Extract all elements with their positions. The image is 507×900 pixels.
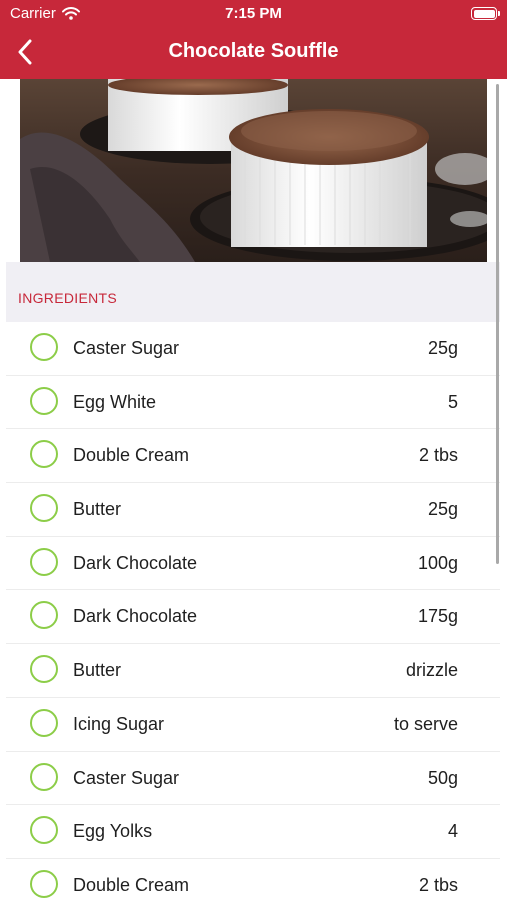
ingredient-quantity: 100g xyxy=(417,552,458,573)
list-item[interactable]: Butter drizzle xyxy=(6,644,500,698)
ingredient-name: Dark Chocolate xyxy=(73,552,198,573)
souffle-photo xyxy=(20,79,487,262)
recipe-screen: Carrier 7:15 PM Chocolate Souffle INGRED… xyxy=(0,0,507,900)
ingredient-name: Double Cream xyxy=(73,445,190,466)
ingredient-name: Egg White xyxy=(73,391,157,412)
status-time: 7:15 PM xyxy=(225,5,282,22)
check-circle-icon[interactable] xyxy=(30,601,58,630)
ingredient-quantity: 25g xyxy=(427,338,458,358)
check-circle-icon[interactable] xyxy=(30,386,58,415)
check-circle-icon[interactable] xyxy=(30,708,58,737)
recipe-hero-image xyxy=(20,79,487,262)
ingredient-name: Caster Sugar xyxy=(73,767,180,788)
check-circle-icon[interactable] xyxy=(30,869,58,898)
list-item[interactable]: Caster Sugar 25g xyxy=(6,322,500,376)
list-item[interactable]: Caster Sugar 50g xyxy=(6,752,500,806)
list-item[interactable]: Dark Chocolate 175g xyxy=(6,590,500,645)
check-circle-icon[interactable] xyxy=(30,762,58,791)
list-item[interactable]: Double Cream 2 tbs xyxy=(6,429,500,484)
page-title: Chocolate Souffle xyxy=(168,40,339,62)
check-circle-icon[interactable] xyxy=(30,547,58,576)
scrollbar[interactable] xyxy=(496,84,499,564)
ingredient-name: Butter xyxy=(73,499,122,520)
list-item[interactable]: Dark Chocolate 100g xyxy=(6,537,500,591)
check-circle-icon[interactable] xyxy=(30,655,58,684)
ingredients-header: INGREDIENTS xyxy=(6,262,500,322)
ingredient-quantity: 2 tbs xyxy=(418,445,458,466)
ingredient-quantity: 175g xyxy=(417,606,458,627)
ingredient-name: Egg Yolks xyxy=(73,821,153,842)
ingredient-quantity: to serve xyxy=(393,713,458,734)
ingredient-name: Double Cream xyxy=(73,874,190,895)
check-circle-icon[interactable] xyxy=(30,333,58,361)
ingredient-quantity: 50g xyxy=(427,767,458,788)
list-item[interactable]: Butter 25g xyxy=(6,483,500,537)
check-circle-icon[interactable] xyxy=(30,440,58,469)
ingredient-name: Caster Sugar xyxy=(73,338,180,358)
ingredient-quantity: 5 xyxy=(447,391,458,412)
ingredient-quantity: 4 xyxy=(447,821,458,842)
ingredient-name: Butter xyxy=(73,660,122,681)
navigation-bar: Carrier 7:15 PM Chocolate Souffle xyxy=(0,0,507,79)
list-item[interactable]: Double Cream 2 tbs xyxy=(6,859,500,900)
ingredient-quantity: drizzle xyxy=(405,660,458,681)
ingredient-name: Dark Chocolate xyxy=(73,606,198,627)
ingredients-list: Caster Sugar 25g Egg White 5 Double Crea… xyxy=(6,322,500,900)
ingredient-quantity: 2 tbs xyxy=(418,874,458,895)
list-item[interactable]: Egg White 5 xyxy=(6,376,500,430)
list-item[interactable]: Egg Yolks 4 xyxy=(6,805,500,859)
check-circle-icon[interactable] xyxy=(30,494,58,523)
ingredient-quantity: 25g xyxy=(427,499,458,520)
battery-icon xyxy=(471,7,500,20)
check-circle-icon[interactable] xyxy=(30,816,58,845)
ingredient-name: Icing Sugar xyxy=(73,713,165,734)
ingredients-title: INGREDIENTS xyxy=(18,290,117,306)
list-item[interactable]: Icing Sugar to serve xyxy=(6,698,500,752)
